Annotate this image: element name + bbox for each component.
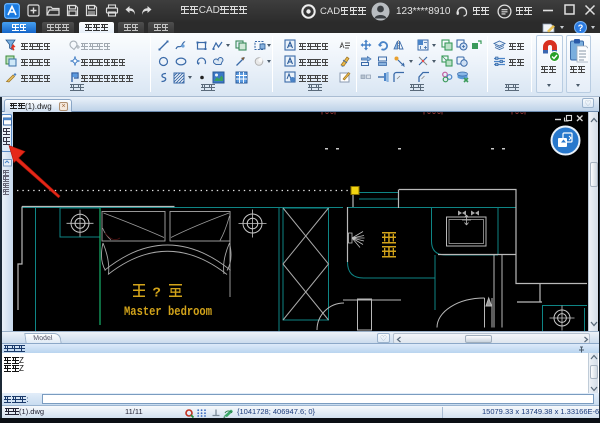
svg-text:Master bedroom: Master bedroom — [124, 305, 212, 319]
svg-text:?: ? — [153, 286, 161, 302]
svg-text:?: ? — [578, 23, 584, 33]
